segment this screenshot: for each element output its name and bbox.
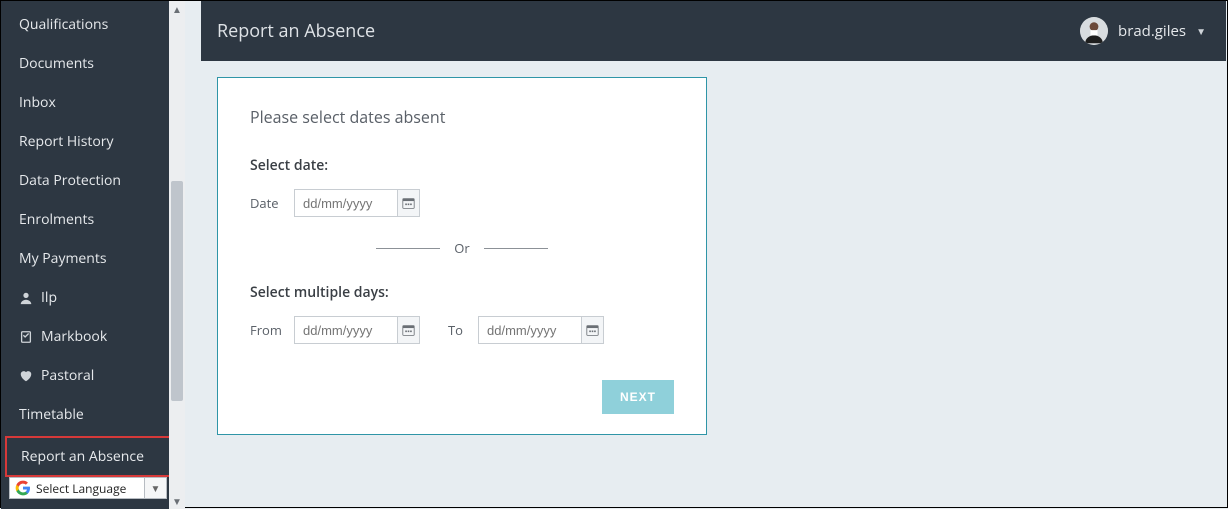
sidebar: Qualifications Documents Inbox Report Hi… (1, 1, 185, 509)
google-logo-icon (14, 479, 32, 497)
date-input[interactable] (295, 190, 397, 216)
chevron-down-icon: ▼ (1196, 24, 1206, 38)
divider-line (376, 248, 440, 249)
to-input-wrap (478, 316, 604, 344)
calendar-icon[interactable] (397, 190, 419, 216)
heart-icon (19, 369, 33, 383)
sidebar-item-label: Qualifications (19, 15, 108, 34)
date-field-row: Date (250, 189, 674, 217)
clipboard-icon (19, 330, 33, 344)
sidebar-item-qualifications[interactable]: Qualifications (1, 5, 185, 44)
person-icon (19, 291, 33, 305)
sidebar-item-label: Inbox (19, 93, 56, 112)
sidebar-item-label: Markbook (41, 327, 107, 346)
sidebar-item-timetable[interactable]: Timetable (1, 395, 185, 434)
sidebar-item-label: Report History (19, 132, 114, 151)
topbar: Report an Absence brad.giles ▼ (201, 1, 1226, 61)
sidebar-item-my-payments[interactable]: My Payments (1, 239, 185, 278)
next-button[interactable]: NEXT (602, 380, 674, 414)
multi-date-row: From To (250, 316, 674, 344)
sidebar-item-data-protection[interactable]: Data Protection (1, 161, 185, 200)
avatar (1080, 17, 1108, 45)
user-menu[interactable]: brad.giles ▼ (1080, 17, 1206, 45)
sidebar-item-label: Enrolments (19, 210, 94, 229)
form-heading: Please select dates absent (250, 106, 674, 128)
sidebar-item-label: Documents (19, 54, 94, 73)
language-selector[interactable]: Select Language ▼ (9, 477, 167, 499)
form-footer: NEXT (250, 380, 674, 414)
sidebar-item-label: Timetable (19, 405, 84, 424)
sidebar-item-label: Ilp (41, 288, 57, 307)
calendar-icon[interactable] (581, 317, 603, 343)
from-input-wrap (294, 316, 420, 344)
sidebar-scrollbar[interactable]: ▲ ▼ (169, 1, 185, 509)
or-divider: Or (250, 239, 674, 257)
divider-line (484, 248, 548, 249)
sidebar-item-documents[interactable]: Documents (1, 44, 185, 83)
sidebar-item-inbox[interactable]: Inbox (1, 83, 185, 122)
sidebar-item-label: Report an Absence (21, 447, 144, 466)
sidebar-item-label: My Payments (19, 249, 107, 268)
sidebar-item-report-history[interactable]: Report History (1, 122, 185, 161)
select-multiple-section-label: Select multiple days: (250, 283, 674, 302)
content-area: Please select dates absent Select date: … (201, 61, 1226, 506)
sidebar-item-ilp[interactable]: Ilp (1, 278, 185, 317)
date-label: Date (250, 194, 284, 212)
or-label: Or (454, 239, 469, 257)
page-title: Report an Absence (217, 19, 375, 43)
scrollbar-thumb[interactable] (171, 181, 183, 401)
language-label: Select Language (36, 480, 144, 497)
scroll-up-icon[interactable]: ▲ (169, 1, 185, 17)
username: brad.giles (1118, 21, 1186, 41)
absence-form-card: Please select dates absent Select date: … (217, 77, 707, 435)
date-input-wrap (294, 189, 420, 217)
sidebar-item-report-an-absence[interactable]: Report an Absence (5, 436, 181, 477)
sidebar-item-enrolments[interactable]: Enrolments (1, 200, 185, 239)
to-label: To (448, 321, 468, 339)
select-date-section-label: Select date: (250, 156, 674, 175)
sidebar-item-label: Data Protection (19, 171, 121, 190)
sidebar-item-pastoral[interactable]: Pastoral (1, 356, 185, 395)
sidebar-item-markbook[interactable]: Markbook (1, 317, 185, 356)
to-date-input[interactable] (479, 317, 581, 343)
calendar-icon[interactable] (397, 317, 419, 343)
from-label: From (250, 321, 284, 339)
from-date-input[interactable] (295, 317, 397, 343)
sidebar-item-label: Pastoral (41, 366, 94, 385)
scroll-down-icon[interactable]: ▼ (169, 493, 185, 509)
chevron-down-icon[interactable]: ▼ (144, 478, 166, 498)
